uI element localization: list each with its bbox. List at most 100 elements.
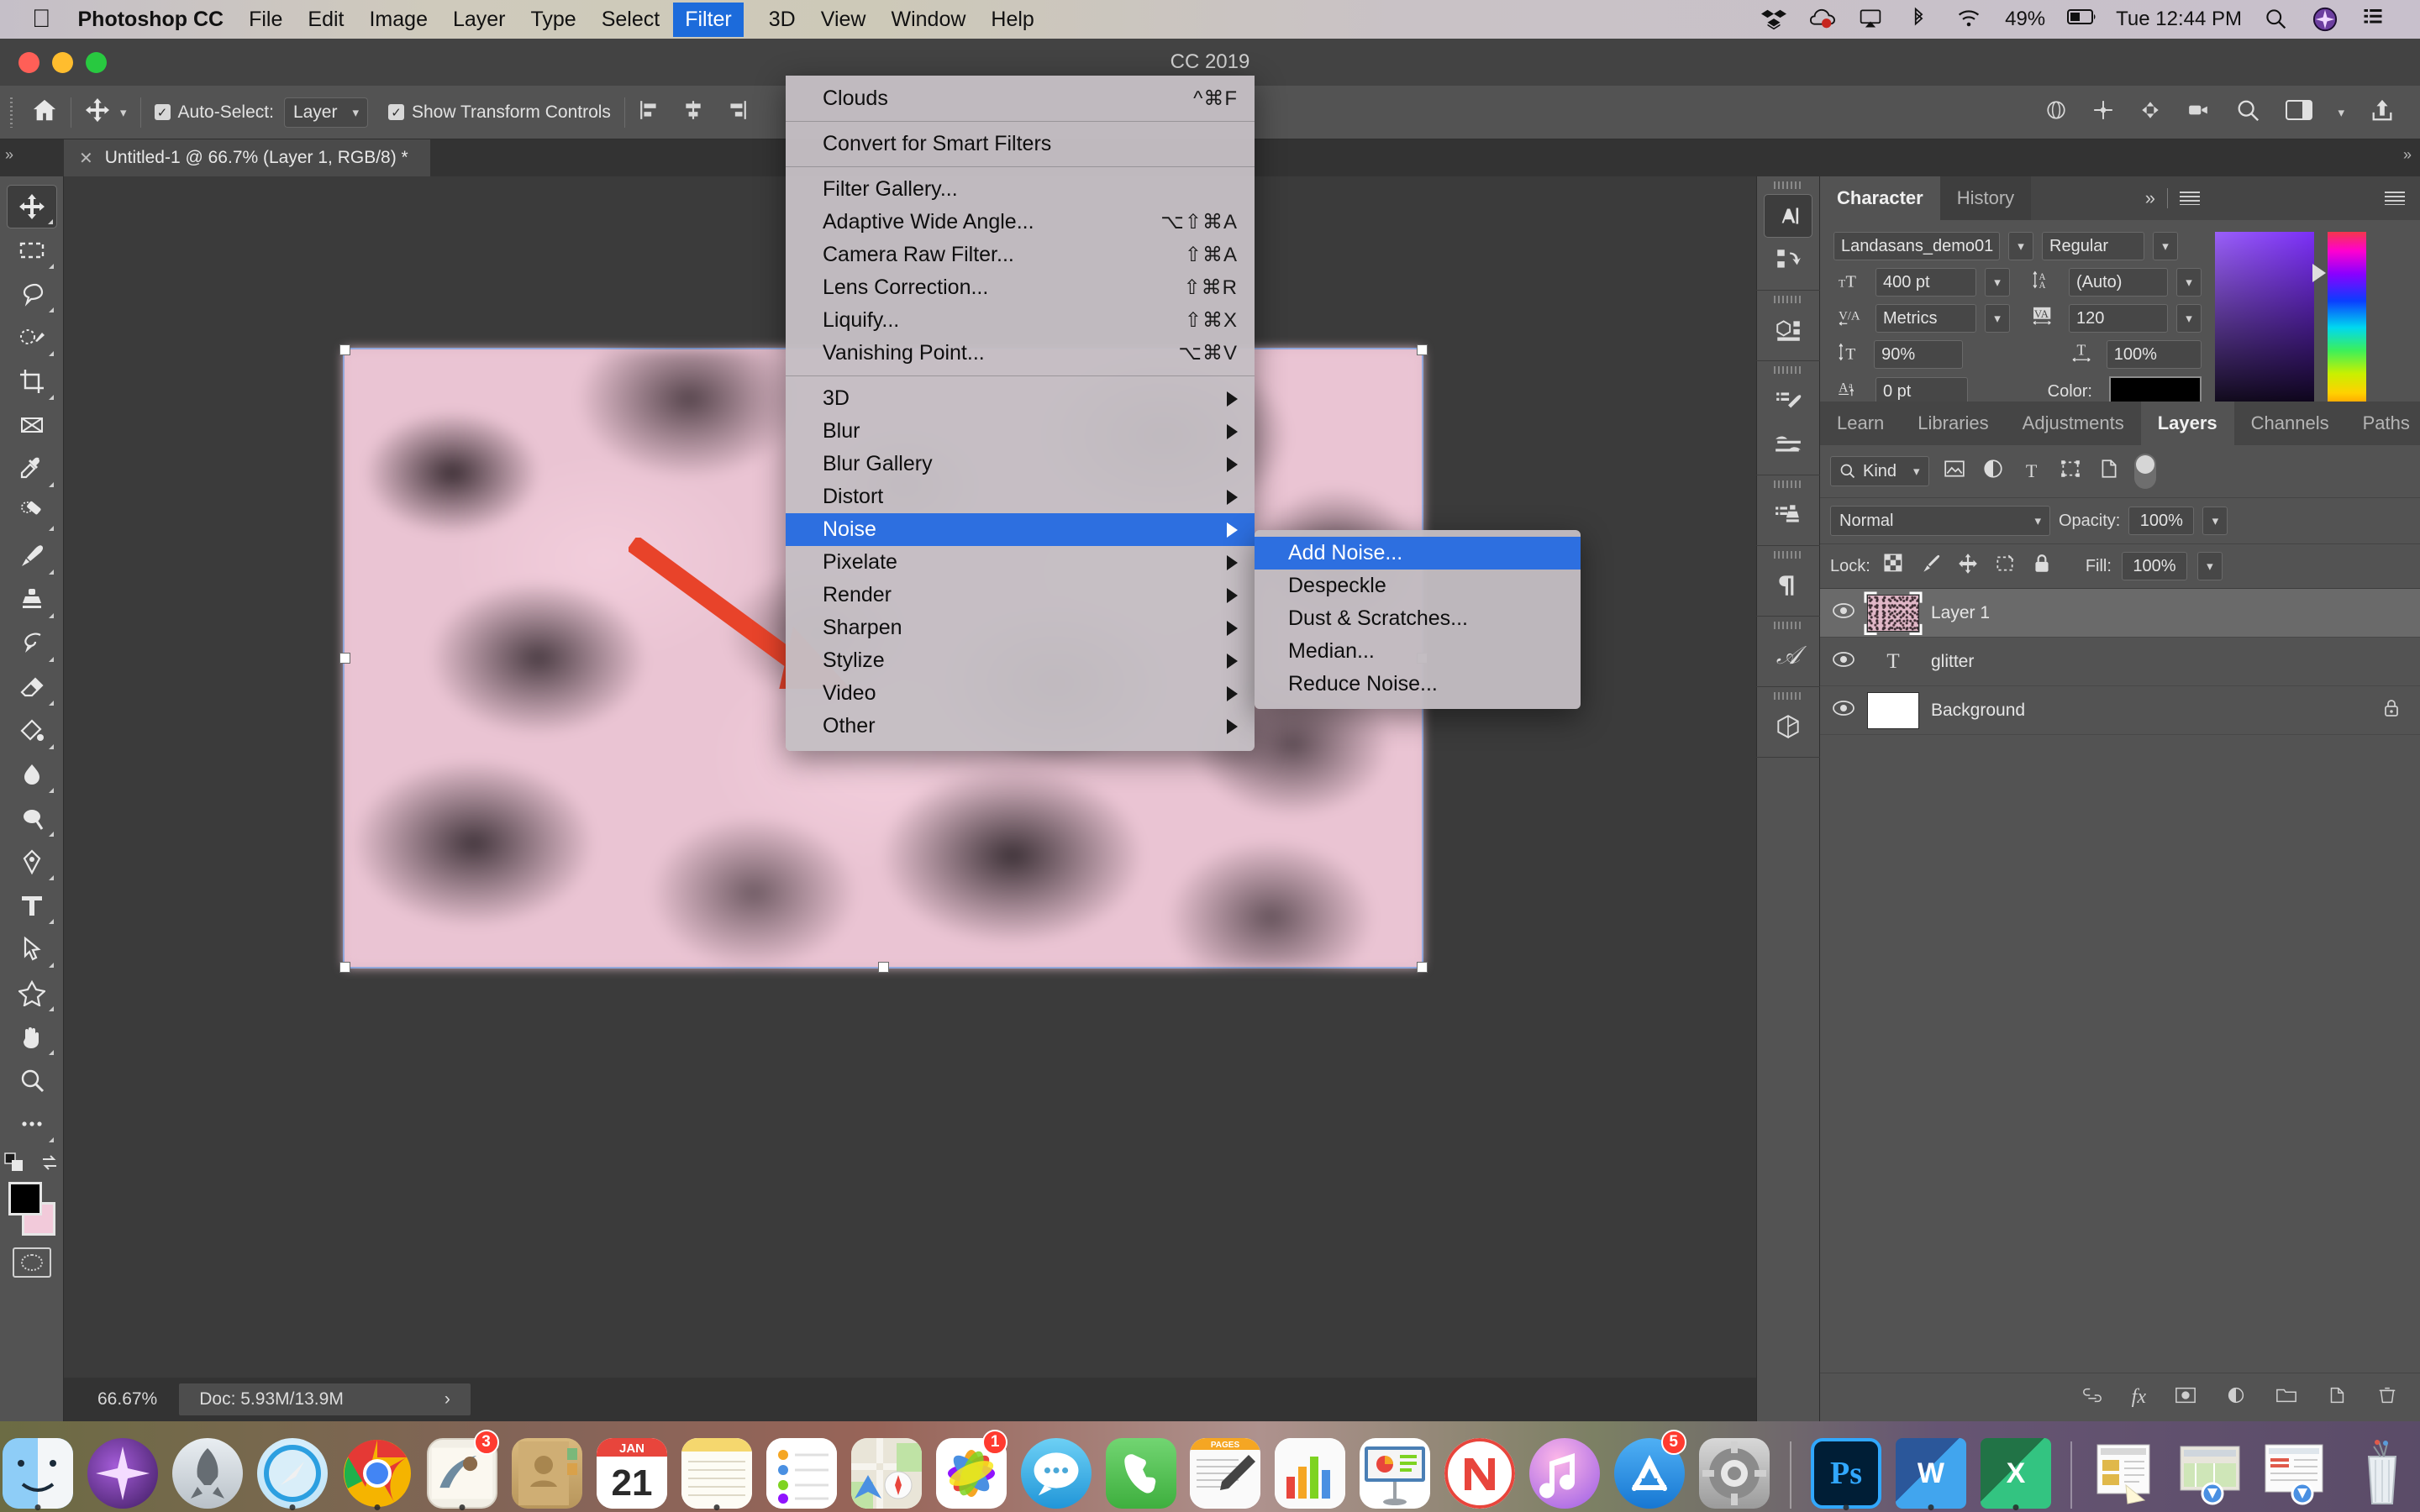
foreground-color-swatch[interactable] xyxy=(8,1182,42,1215)
layer-row-glitter[interactable]: T glitter xyxy=(1820,638,2420,686)
menu-3d[interactable]: 3D xyxy=(769,8,796,32)
menu-item-adaptive-wide-angle[interactable]: Adaptive Wide Angle... ⌥⇧⌘A xyxy=(786,206,1255,239)
menu-item-distort[interactable]: Distort xyxy=(786,480,1255,513)
layer-visibility-toggle[interactable] xyxy=(1820,651,1867,672)
creative-cloud-icon[interactable] xyxy=(1810,7,1837,32)
rail-grip-7[interactable] xyxy=(1774,692,1802,700)
menu-edit[interactable]: Edit xyxy=(308,8,344,32)
menu-file[interactable]: File xyxy=(249,8,282,32)
layer-name[interactable]: glitter xyxy=(1931,652,1974,672)
3d-materials-panel-icon[interactable] xyxy=(1764,705,1812,748)
menu-bar-clock[interactable]: Tue 12:44 PM xyxy=(2116,8,2242,31)
menu-view[interactable]: View xyxy=(821,8,866,32)
dock-item-documents-stack[interactable] xyxy=(2174,1431,2250,1509)
rectangular-marquee-tool[interactable] xyxy=(7,228,57,272)
path-selection-tool[interactable] xyxy=(7,927,57,971)
dock-item-numbers[interactable] xyxy=(1272,1431,1349,1509)
dock-item-siri[interactable] xyxy=(85,1431,161,1509)
dock-item-photos[interactable]: 1 xyxy=(933,1430,1009,1509)
dock-item-itunes[interactable] xyxy=(1527,1431,1603,1509)
dock-item-microsoft-excel[interactable]: X xyxy=(1977,1431,2054,1510)
auto-select-checkbox[interactable]: ✓ Auto-Select: xyxy=(154,102,274,123)
hue-slider-marker[interactable] xyxy=(2312,264,2326,282)
menu-item-liquify[interactable]: Liquify... ⇧⌘X xyxy=(786,304,1255,337)
menu-item-pixelate[interactable]: Pixelate xyxy=(786,546,1255,579)
add-layer-mask-icon[interactable] xyxy=(2175,1384,2196,1411)
dock-item-finder[interactable] xyxy=(0,1431,76,1510)
align-right-icon[interactable] xyxy=(726,99,748,125)
layer-thumbnail-type[interactable]: T xyxy=(1867,643,1919,680)
layer-filter-kind-dropdown[interactable]: Kind ▾ xyxy=(1830,456,1929,486)
zoom-level[interactable]: 66.67% xyxy=(64,1389,179,1410)
lasso-tool[interactable] xyxy=(7,272,57,316)
menu-help[interactable]: Help xyxy=(991,8,1034,32)
tab-layers[interactable]: Layers xyxy=(2140,402,2234,445)
leading-field[interactable]: (Auto) xyxy=(2069,268,2168,297)
lock-artboard-icon[interactable] xyxy=(1991,553,2018,580)
hand-tool[interactable] xyxy=(7,1015,57,1058)
dock-item-trash[interactable] xyxy=(2344,1431,2420,1509)
glyphs-panel-icon[interactable]: 𝒜 xyxy=(1764,634,1812,678)
battery-icon[interactable] xyxy=(2067,7,2096,32)
fill-dropdown-icon[interactable]: ▾ xyxy=(2196,552,2223,580)
siri-icon[interactable] xyxy=(2312,7,2339,32)
zoom-tool[interactable] xyxy=(7,1058,57,1102)
lock-transparent-pixels-icon[interactable] xyxy=(1881,553,1907,580)
spot-healing-brush-tool[interactable] xyxy=(7,491,57,534)
brush-settings-panel-icon[interactable] xyxy=(1764,379,1812,423)
tracking-dropdown-icon[interactable]: ▾ xyxy=(2176,304,2202,333)
rail-grip-6[interactable] xyxy=(1774,622,1802,629)
hue-slider[interactable] xyxy=(2312,232,2366,423)
default-colors-icon[interactable] xyxy=(3,1152,24,1177)
menu-item-3d[interactable]: 3D xyxy=(786,382,1255,415)
move-tool-icon[interactable] xyxy=(85,97,110,127)
workspace-chevron-icon[interactable]: ▾ xyxy=(2338,105,2344,120)
menu-item-blur-gallery[interactable]: Blur Gallery xyxy=(786,448,1255,480)
notification-center-icon[interactable] xyxy=(2361,7,2388,32)
object-selection-tool[interactable] xyxy=(7,316,57,360)
submenu-item-reduce-noise[interactable]: Reduce Noise... xyxy=(1255,668,1581,701)
dock-item-photoshop[interactable]: Ps xyxy=(1808,1431,1885,1510)
new-fill-adjustment-icon[interactable] xyxy=(2225,1384,2247,1411)
tab-history[interactable]: History xyxy=(1939,176,2032,220)
move-3d-icon[interactable] xyxy=(2092,99,2114,125)
quick-mask-icon[interactable] xyxy=(12,1247,51,1278)
dock-item-keynote[interactable] xyxy=(1357,1431,1434,1509)
transform-handle-bc[interactable] xyxy=(878,962,889,973)
menu-layer[interactable]: Layer xyxy=(453,8,506,32)
pen-tool[interactable] xyxy=(7,840,57,884)
menu-window[interactable]: Window xyxy=(891,8,965,32)
character-panel-menu-icon[interactable] xyxy=(2180,192,2200,205)
dock-item-downloads-stack[interactable] xyxy=(2089,1431,2165,1509)
clone-stamp-tool[interactable] xyxy=(7,578,57,622)
dock-item-launchpad[interactable] xyxy=(170,1431,246,1509)
transform-handle-ml[interactable] xyxy=(339,653,350,664)
align-center-h-icon[interactable] xyxy=(682,99,704,125)
paragraph-panel-icon[interactable] xyxy=(1764,564,1812,607)
crop-tool[interactable] xyxy=(7,360,57,403)
type-layers-filter-icon[interactable]: T xyxy=(2018,460,2045,482)
rail-grip-5[interactable] xyxy=(1774,551,1802,559)
options-bar-grip[interactable] xyxy=(10,97,13,128)
layer-row-layer-1[interactable]: Layer 1 xyxy=(1820,589,2420,638)
rail-grip-3[interactable] xyxy=(1774,366,1802,374)
adjustment-layers-filter-icon[interactable] xyxy=(1980,458,2007,485)
menu-item-render[interactable]: Render xyxy=(786,579,1255,612)
submenu-item-median[interactable]: Median... xyxy=(1255,635,1581,668)
horizontal-scale-field[interactable]: 100% xyxy=(2106,340,2202,369)
move-tool[interactable] xyxy=(6,185,57,228)
frame-tool[interactable] xyxy=(7,403,57,447)
menu-select[interactable]: Select xyxy=(602,8,660,32)
layer-row-background[interactable]: Background xyxy=(1820,686,2420,735)
dock-item-news[interactable] xyxy=(1442,1431,1518,1509)
tab-paths[interactable]: Paths xyxy=(2346,402,2420,445)
menu-item-noise[interactable]: Noise xyxy=(786,513,1255,546)
menu-item-camera-raw-filter[interactable]: Camera Raw Filter... ⇧⌘A xyxy=(786,239,1255,271)
3d-panel-icon[interactable] xyxy=(1764,308,1812,352)
history-panel-icon[interactable] xyxy=(1764,238,1812,281)
swap-colors-icon[interactable] xyxy=(39,1152,60,1177)
menu-item-clouds[interactable]: Clouds ^⌘F xyxy=(786,82,1255,115)
shape-layers-filter-icon[interactable] xyxy=(2057,458,2084,485)
rail-grip-2[interactable] xyxy=(1774,296,1802,303)
new-group-icon[interactable] xyxy=(2275,1384,2297,1411)
